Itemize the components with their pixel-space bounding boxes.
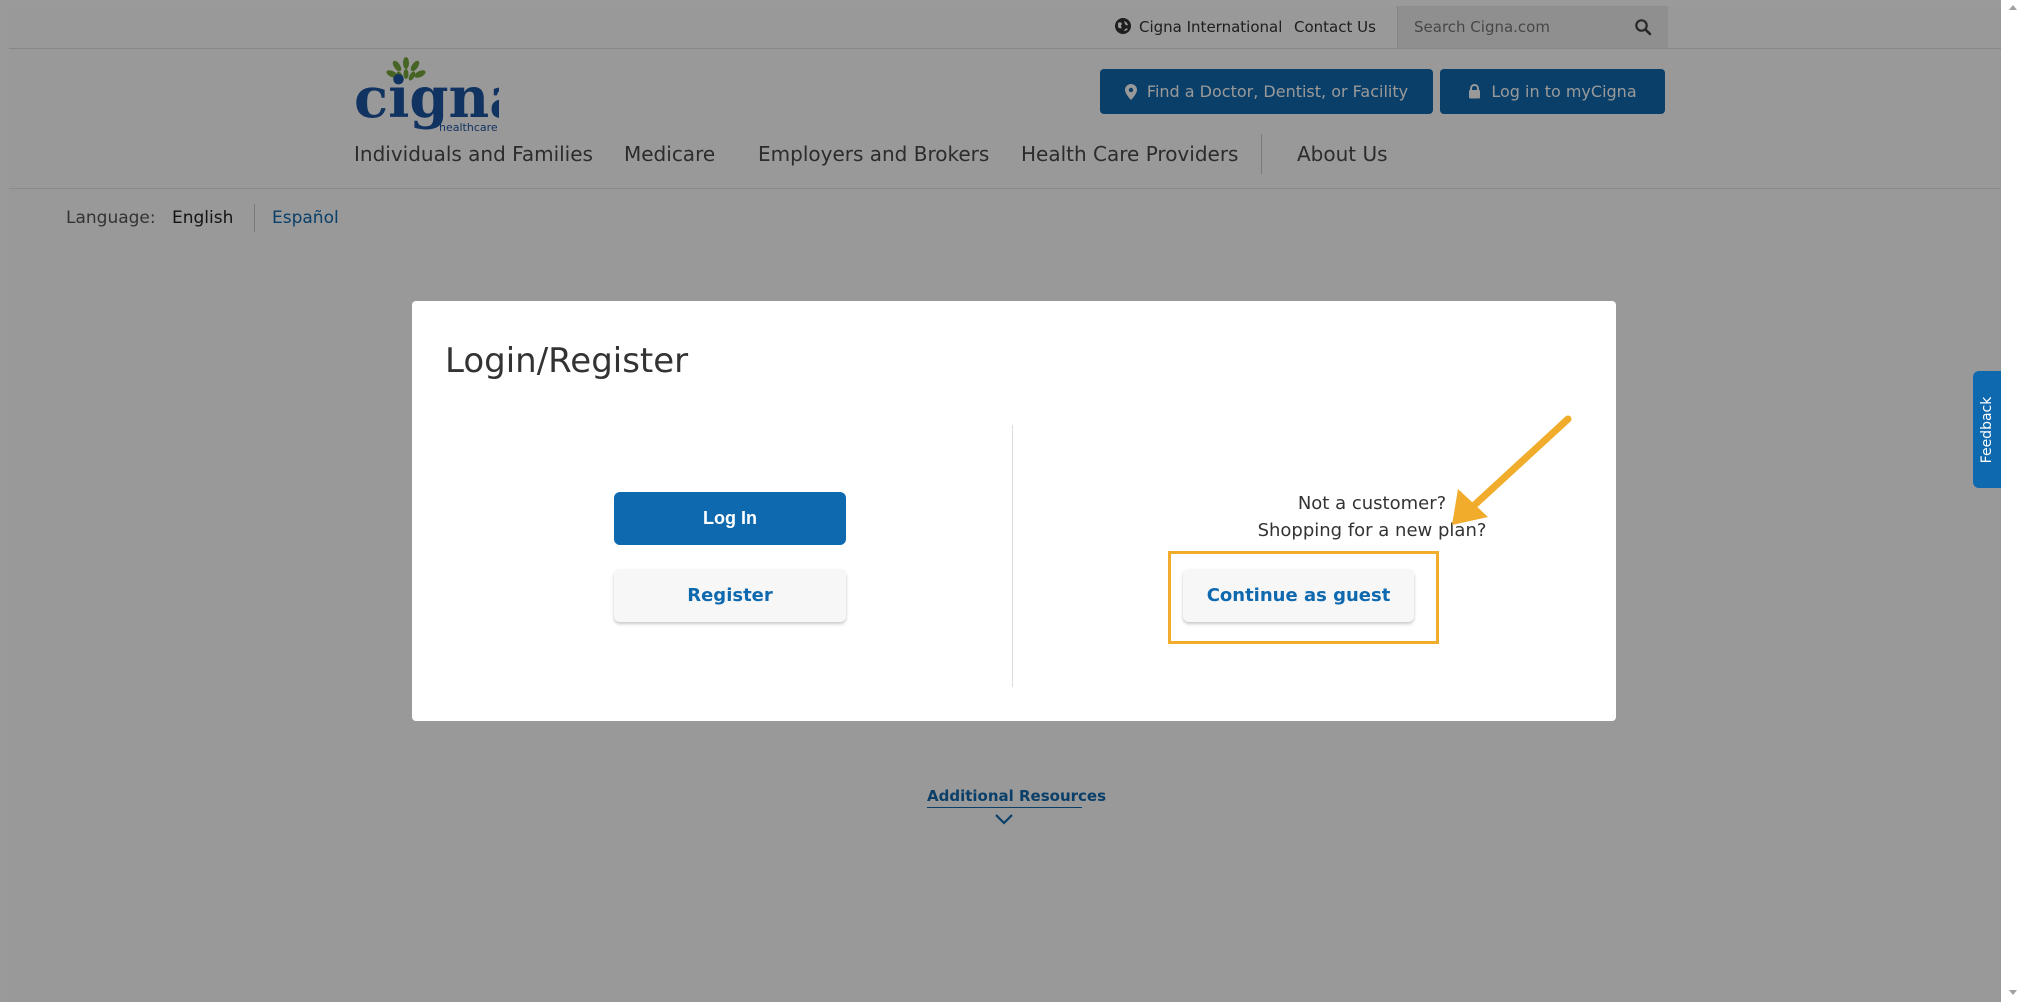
login-button[interactable]: Log In bbox=[614, 492, 846, 545]
modal-title: Login/Register bbox=[445, 341, 689, 381]
feedback-label: Feedback bbox=[1979, 396, 1995, 463]
pointer-arrow-icon bbox=[1452, 415, 1572, 525]
login-register-modal: Login/Register Log In Register Not a cus… bbox=[412, 301, 1616, 721]
modal-divider bbox=[1012, 425, 1013, 687]
scroll-up-arrow-icon[interactable] bbox=[2009, 5, 2017, 10]
feedback-tab[interactable]: Feedback bbox=[1973, 371, 2001, 488]
page: Cigna International Contact Us cigna hea… bbox=[9, 6, 2001, 1002]
scroll-down-arrow-icon[interactable] bbox=[2009, 990, 2017, 995]
guest-highlight-box bbox=[1168, 551, 1439, 644]
scrollbar[interactable] bbox=[2001, 0, 2026, 1002]
register-button[interactable]: Register bbox=[614, 569, 846, 622]
